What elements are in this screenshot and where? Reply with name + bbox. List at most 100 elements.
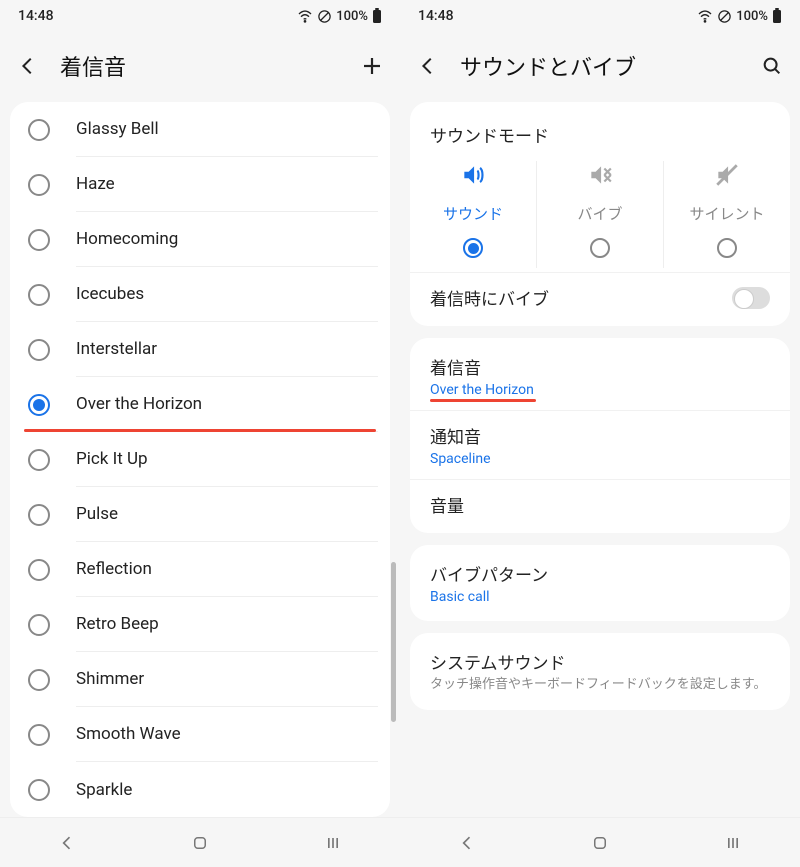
notification-row[interactable]: 通知音 Spaceline [410,410,790,479]
chevron-left-icon [417,55,439,77]
ringtone-item[interactable]: Interstellar [10,322,390,377]
ringtone-list[interactable]: Glassy BellHaze Homecoming Icecubes Interst… [10,102,390,817]
status-right: 100% [697,8,782,24]
mode-vibrate-radio [590,238,610,258]
status-bar: 14:48 100% [400,0,800,32]
ringtone-label: Pulse [76,504,118,524]
ringtone-item[interactable]: Sparkle [10,762,390,817]
vibrate-on-ring-row[interactable]: 着信時にバイブ [410,272,790,322]
radio-button[interactable] [28,284,50,306]
radio-button[interactable] [28,504,50,526]
system-sound-card: システムサウンド タッチ操作音やキーボードフィードバックを設定します。 [410,633,790,710]
square-icon [591,834,609,852]
search-button[interactable] [758,52,786,80]
ringtone-label-wrap: Reflection [76,542,378,597]
nav-back[interactable] [437,833,497,853]
ringtone-label-wrap: Pick It Up [76,432,378,487]
radio-button[interactable] [28,614,50,636]
battery-icon [772,8,782,24]
ringtone-item[interactable]: Over the Horizon [10,377,390,432]
mode-sound-radio [463,238,483,258]
chevron-left-icon [457,833,477,853]
ringtone-item[interactable]: Smooth Wave [10,707,390,762]
ringtone-label-wrap: Icecubes [76,267,378,322]
mode-vibrate-label: バイブ [577,203,622,224]
radio-button[interactable] [28,119,50,141]
vib-pattern-row[interactable]: バイブパターン Basic call [410,549,790,617]
nav-recent[interactable] [703,833,763,853]
ringtone-item[interactable]: Glassy Bell [10,102,390,157]
nav-recent[interactable] [303,833,363,853]
status-right: 100% [297,8,382,24]
nav-bar [0,817,400,867]
ringtone-item[interactable]: Pick It Up [10,432,390,487]
add-button[interactable] [358,52,386,80]
ringtone-label-wrap: Retro Beep [76,597,378,652]
ringtone-label: Homecoming [76,229,178,249]
no-disturb-icon [717,9,732,24]
ringtone-item[interactable]: Homecoming [10,212,390,267]
vibrate-on-ring-toggle[interactable] [732,287,770,309]
ringtone-label: Over the Horizon [76,394,202,414]
sounds-card: 着信音 Over the Horizon 通知音 Spaceline 音量 [410,338,790,533]
nav-back[interactable] [37,833,97,853]
ringtone-item[interactable]: Shimmer [10,652,390,707]
radio-button[interactable] [28,174,50,196]
ringtone-item[interactable]: Pulse [10,487,390,542]
chevron-left-icon [17,55,39,77]
sound-settings-screen: 14:48 100% サウンドとバイブ サウンドモード サウンド [400,0,800,867]
ringtone-list-container: Glassy BellHaze Homecoming Icecubes Interst… [0,102,400,817]
mode-sound[interactable]: サウンド [410,161,537,268]
ringtone-label: Sparkle [76,780,132,800]
nav-home[interactable] [570,834,630,852]
back-button[interactable] [414,52,442,80]
settings-content[interactable]: サウンドモード サウンド バイブ [400,102,800,817]
nav-home[interactable] [170,834,230,852]
mode-silent-label: サイレント [689,203,764,224]
sound-mode-card: サウンドモード サウンド バイブ [410,102,790,326]
radio-button[interactable] [28,449,50,471]
radio-button[interactable] [28,669,50,691]
silent-icon [713,161,741,189]
ringtone-label-wrap: Homecoming [76,212,378,267]
radio-button[interactable] [28,339,50,361]
ringtone-label-wrap: Haze [76,157,378,212]
radio-button[interactable] [28,229,50,251]
page-title: 着信音 [60,50,340,82]
radio-button[interactable] [28,779,50,801]
scrollbar-thumb[interactable] [391,562,396,722]
volume-title: 音量 [430,492,770,517]
ringtone-row[interactable]: 着信音 Over the Horizon [410,342,790,410]
bars-icon [723,833,743,853]
sound-mode-title: サウンドモード [410,106,790,151]
chevron-left-icon [57,833,77,853]
mode-sound-label: サウンド [443,203,503,224]
battery-pct: 100% [336,9,368,24]
mode-silent[interactable]: サイレント [664,161,790,268]
radio-button[interactable] [28,724,50,746]
ringtone-label: Retro Beep [76,614,159,634]
radio-button[interactable] [28,394,50,416]
ringtone-item[interactable]: Haze [10,157,390,212]
ringtone-item[interactable]: Icecubes [10,267,390,322]
battery-pct: 100% [736,9,768,24]
ringtone-label: Smooth Wave [76,724,181,744]
mode-vibrate[interactable]: バイブ [537,161,664,268]
ringtone-item[interactable]: Retro Beep [10,597,390,652]
status-time: 14:48 [418,8,697,24]
system-sound-row[interactable]: システムサウンド タッチ操作音やキーボードフィードバックを設定します。 [410,637,790,706]
ringtone-item[interactable]: Reflection [10,542,390,597]
search-icon [761,55,783,77]
page-title: サウンドとバイブ [460,50,740,82]
ringtone-label: Icecubes [76,284,144,304]
back-button[interactable] [14,52,42,80]
ringtone-label: Reflection [76,559,152,579]
vib-pattern-value: Basic call [430,589,490,605]
ringtone-screen: 14:48 100% 着信音 Glassy BellHaze Homecoming… [0,0,400,867]
volume-row[interactable]: 音量 [410,479,790,529]
ringtone-label-wrap: Shimmer [76,652,378,707]
appbar-left: 着信音 [0,32,400,102]
no-disturb-icon [317,9,332,24]
status-bar: 14:48 100% [0,0,400,32]
radio-button[interactable] [28,559,50,581]
